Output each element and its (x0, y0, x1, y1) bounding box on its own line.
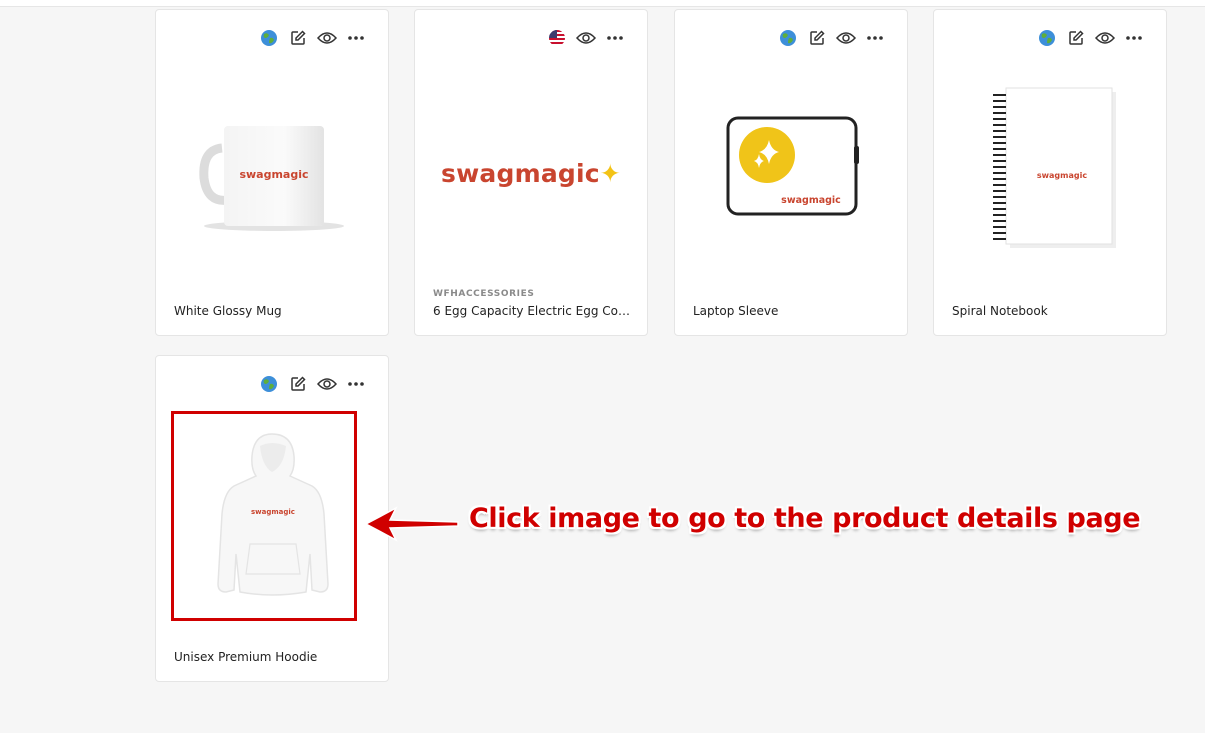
globe-icon[interactable] (259, 374, 279, 394)
eye-icon[interactable] (576, 28, 596, 48)
globe-icon[interactable] (1037, 28, 1057, 48)
annotation-text: Click image to go to the product details… (469, 503, 1141, 534)
globe-icon[interactable] (778, 28, 798, 48)
product-image[interactable]: swagmagic✦ (431, 68, 631, 278)
more-icon[interactable] (865, 28, 885, 48)
card-actions (547, 28, 625, 48)
card-actions (259, 374, 366, 394)
top-bar (0, 0, 1205, 7)
more-icon[interactable] (346, 28, 366, 48)
product-image[interactable]: swagmagic (172, 68, 372, 278)
edit-icon[interactable] (807, 28, 827, 48)
eye-icon[interactable] (317, 374, 337, 394)
product-image[interactable]: swagmagic (950, 68, 1150, 278)
product-logo: swagmagic (781, 195, 841, 206)
product-image[interactable]: swagmagic (691, 68, 891, 278)
product-card[interactable]: swagmagic White Glossy Mug (155, 9, 389, 336)
globe-icon[interactable] (259, 28, 279, 48)
product-card[interactable]: swagmagic✦ WFHACCESSORIES 6 Egg Capacity… (414, 9, 648, 336)
product-card[interactable]: swagmagic Spiral Notebook (933, 9, 1167, 336)
product-title[interactable]: 6 Egg Capacity Electric Egg Cook... (433, 304, 633, 318)
card-actions (778, 28, 885, 48)
product-title[interactable]: Laptop Sleeve (693, 304, 893, 318)
us-flag-icon[interactable] (547, 28, 567, 48)
product-vendor: WFHACCESSORIES (433, 289, 535, 299)
eye-icon[interactable] (317, 28, 337, 48)
product-title[interactable]: Unisex Premium Hoodie (174, 650, 374, 664)
product-logo: swagmagic✦ (441, 158, 621, 188)
edit-icon[interactable] (288, 28, 308, 48)
more-icon[interactable] (1124, 28, 1144, 48)
product-title[interactable]: White Glossy Mug (174, 304, 374, 318)
edit-icon[interactable] (1066, 28, 1086, 48)
card-actions (259, 28, 366, 48)
product-card[interactable]: swagmagic Laptop Sleeve (674, 9, 908, 336)
more-icon[interactable] (605, 28, 625, 48)
highlight-box (171, 411, 357, 621)
more-icon[interactable] (346, 374, 366, 394)
product-logo: swagmagic (239, 168, 308, 181)
eye-icon[interactable] (836, 28, 856, 48)
product-logo: swagmagic (1037, 171, 1087, 180)
product-title[interactable]: Spiral Notebook (952, 304, 1152, 318)
edit-icon[interactable] (288, 374, 308, 394)
arrow-left-icon (364, 506, 459, 542)
eye-icon[interactable] (1095, 28, 1115, 48)
card-actions (1037, 28, 1144, 48)
